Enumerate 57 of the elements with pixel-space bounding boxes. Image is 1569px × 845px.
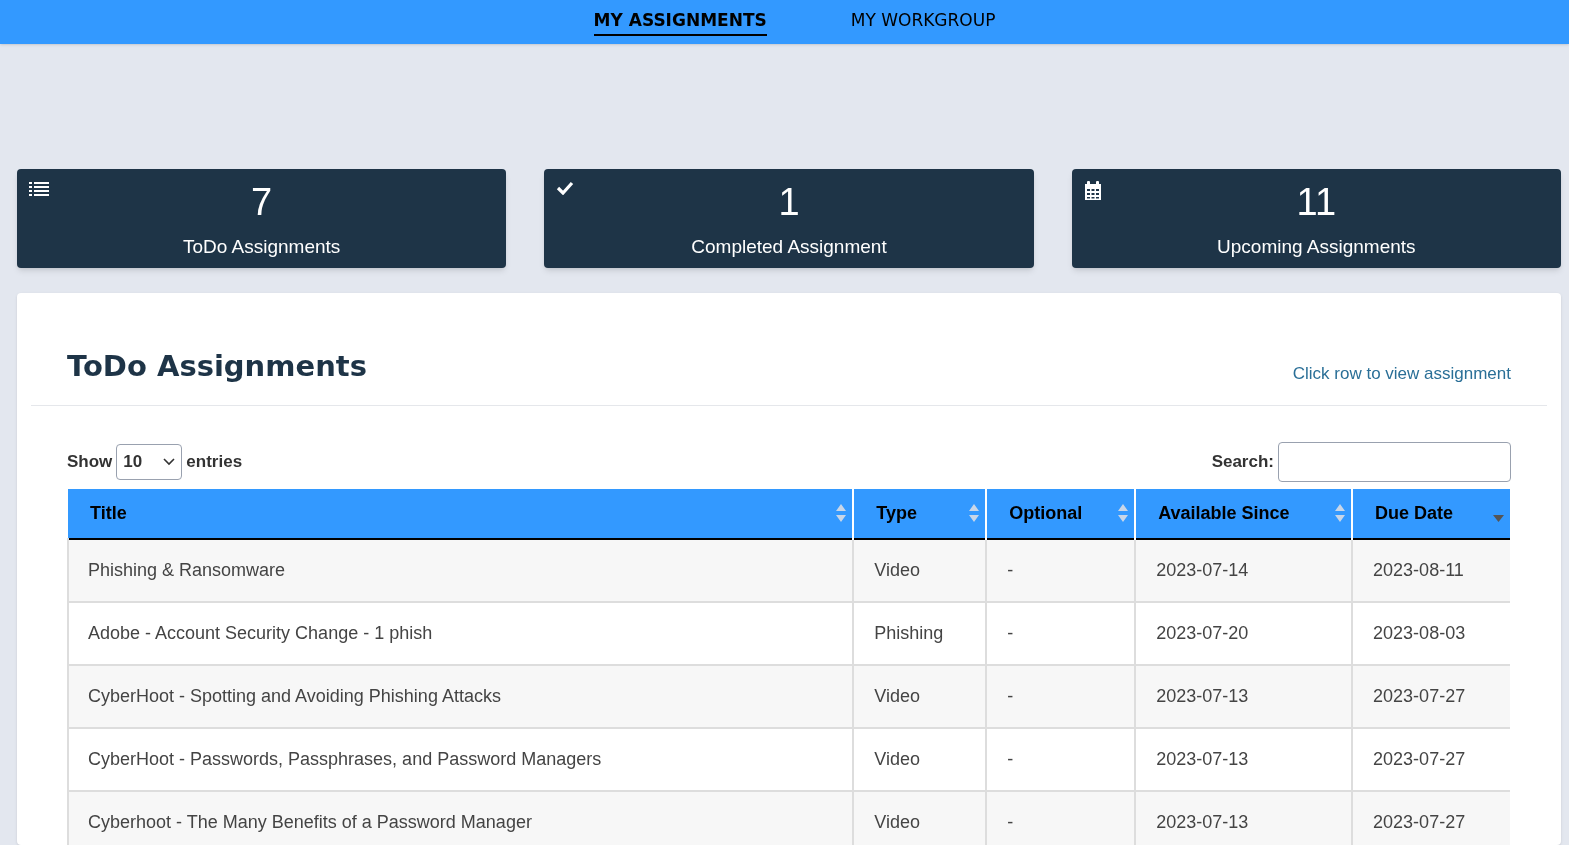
table-cell: - (986, 601, 1136, 665)
column-header[interactable]: Optional (986, 488, 1136, 539)
column-header[interactable]: Title (68, 488, 854, 539)
hint-text: Click row to view assignment (1292, 363, 1511, 385)
table-cell: - (986, 538, 1136, 602)
table-cell: 2023-08-03 (1352, 601, 1510, 665)
stat-card[interactable]: 7 ToDo Assignments (17, 169, 507, 268)
table-cell: - (986, 727, 1136, 791)
calendar-icon (1083, 181, 1102, 200)
table-cell: CyberHoot - Passwords, Passphrases, and Password Managers (68, 727, 854, 791)
table-cell: 2023-07-27 (1352, 727, 1510, 791)
table-row[interactable]: Phishing & Ransomware Video - 2023-07-14 2023-08-11 (68, 538, 1510, 602)
table-cell: Cyberhoot - The Many Benefits of a Password Manager (68, 790, 854, 845)
stat-count: 7 (251, 183, 273, 221)
table-cell: CyberHoot - Spotting and Avoiding Phishing Attacks (68, 664, 854, 728)
table-cell: 2023-07-13 (1135, 727, 1353, 791)
stat-count: 1 (778, 183, 800, 221)
table-cell: - (986, 664, 1136, 728)
nav-tab[interactable]: MY ASSIGNMENTS (593, 7, 767, 37)
table-cell: Phishing (853, 601, 987, 665)
search-field[interactable] (1278, 441, 1511, 482)
nav-tab[interactable]: MY WORKGROUP (850, 7, 996, 37)
stat-label: Completed Assignment (691, 235, 887, 259)
entries-dropdown[interactable]: 10 (116, 443, 183, 480)
stat-label: Upcoming Assignments (1217, 235, 1416, 259)
table-row[interactable]: Cyberhoot - The Many Benefits of a Password Manager Video - 2023-07-13 2023-07-27 (68, 790, 1510, 845)
table-cell: Adobe - Account Security Change - 1 phish (68, 601, 854, 665)
table-cell: Video (853, 538, 987, 602)
stat-card[interactable]: 11 Upcoming Assignments (1071, 169, 1561, 268)
entries-label: entries (186, 450, 243, 473)
table-cell: 2023-07-13 (1135, 664, 1353, 728)
table-cell: 2023-07-20 (1135, 601, 1353, 665)
table-cell: Phishing & Ransomware (68, 538, 854, 602)
table-cell: 2023-07-27 (1352, 664, 1510, 728)
table-cell: 2023-07-27 (1352, 790, 1510, 845)
table-cell: 2023-07-13 (1135, 790, 1353, 845)
stat-label: ToDo Assignments (183, 235, 341, 259)
column-header[interactable]: Type (853, 488, 987, 539)
table-cell: Video (853, 790, 987, 845)
column-header[interactable]: Due Date (1352, 488, 1510, 539)
panel-title: ToDo Assignments (67, 348, 367, 385)
table-cell: - (986, 790, 1136, 845)
show-label: Show (67, 450, 113, 473)
stat-card[interactable]: 1 Completed Assignment (544, 169, 1034, 268)
table-row[interactable]: CyberHoot - Passwords, Passphrases, and Password Managers Video - 2023-07-13 2023-07-27 (68, 727, 1510, 791)
table-row[interactable]: CyberHoot - Spotting and Avoiding Phishing Attacks Video - 2023-07-13 2023-07-27 (68, 664, 1510, 728)
stat-count: 11 (1296, 183, 1337, 221)
chevron-down-icon (163, 457, 176, 466)
checkmark-icon (556, 181, 575, 195)
table-cell: 2023-08-11 (1352, 538, 1510, 602)
column-header[interactable]: Available Since (1135, 488, 1353, 539)
table-cell: Video (853, 664, 987, 728)
list-icon (29, 181, 49, 197)
table-row[interactable]: Adobe - Account Security Change - 1 phish Phishing - 2023-07-20 2023-08-03 (68, 601, 1510, 665)
table-cell: Video (853, 727, 987, 791)
search-label: Search: (1211, 450, 1274, 473)
table-cell: 2023-07-14 (1135, 538, 1353, 602)
